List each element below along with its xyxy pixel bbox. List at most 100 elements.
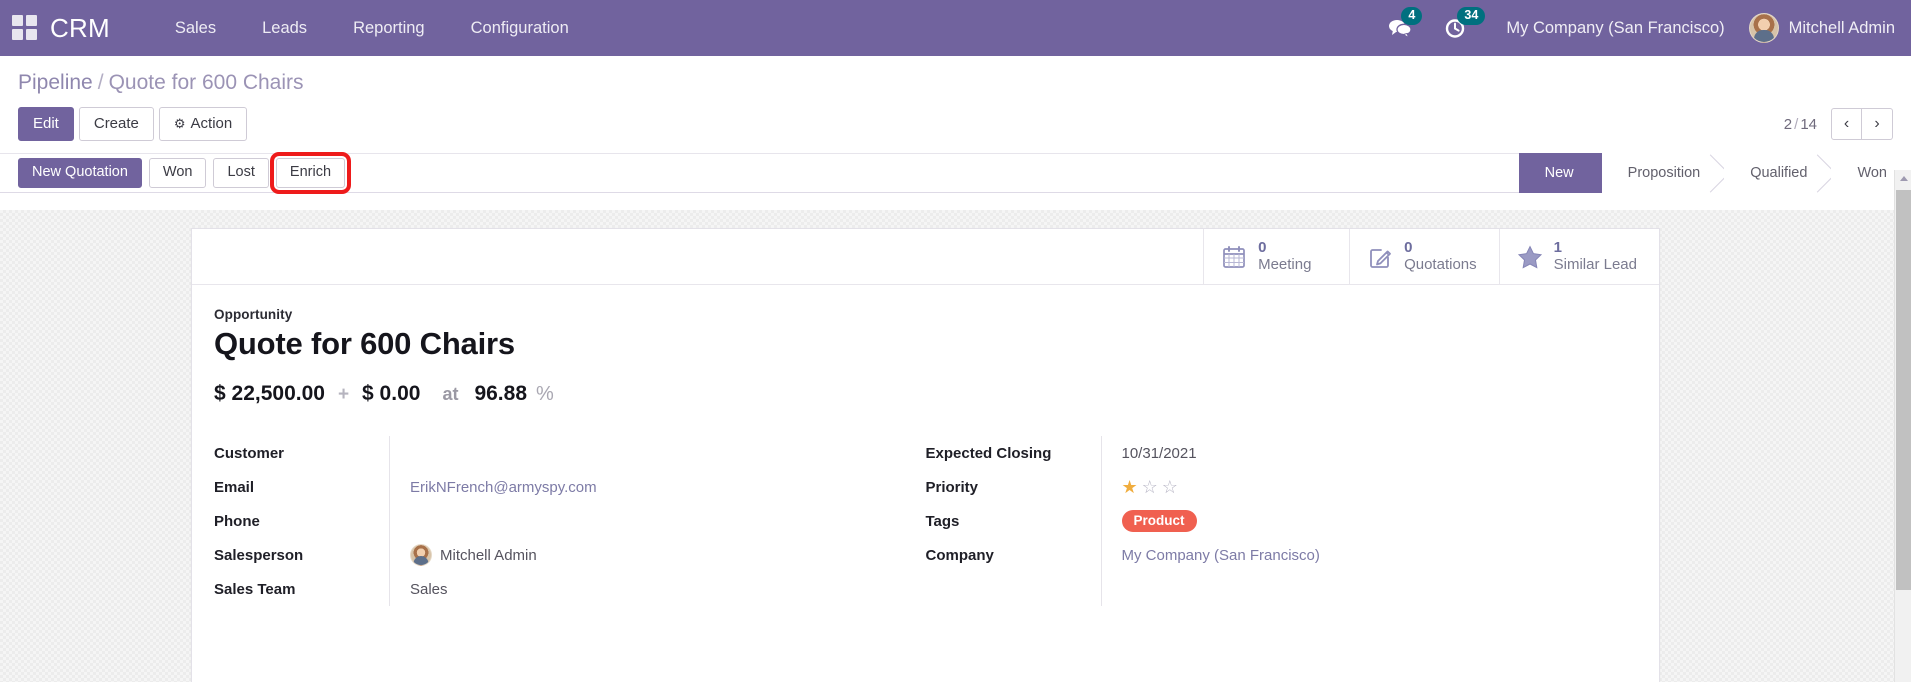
field-label-spacer [926, 575, 1101, 604]
nav-menu-configuration[interactable]: Configuration [448, 0, 592, 56]
field-value-phone[interactable] [389, 504, 896, 538]
create-button[interactable]: Create [78, 107, 154, 141]
apps-grid-cell [26, 15, 37, 26]
messages-button[interactable]: 4 [1388, 7, 1423, 39]
priority-stars: ★ ☆ ☆ [1122, 478, 1178, 496]
field-label-expected-closing: Expected Closing [925, 444, 1052, 462]
stage-new[interactable]: New [1518, 153, 1602, 193]
chevron-right-icon[interactable]: › [1862, 108, 1893, 140]
nav-menu-sales[interactable]: Sales [152, 0, 239, 56]
stat-button-quotations[interactable]: 0 Quotations [1349, 229, 1499, 284]
revenue-row: $ 22,500.00 + $ 0.00 at 96.88 % [214, 382, 1637, 406]
pager-total: 14 [1800, 115, 1817, 133]
scroll-up-arrow-glyph [1899, 176, 1908, 181]
action-button-label: Action [190, 115, 233, 132]
stage-label: Qualified [1750, 165, 1808, 181]
pager-separator: / [1794, 115, 1799, 133]
apps-grid-cell [12, 29, 23, 40]
nav-menu-reporting[interactable]: Reporting [330, 0, 448, 56]
company-switcher[interactable]: My Company (San Francisco) [1506, 19, 1724, 38]
field-row-sales-team: Sales Team Sales [214, 572, 896, 606]
email-link[interactable]: ErikNFrench@armyspy.com [410, 479, 597, 496]
star-icon-1[interactable]: ★ [1122, 478, 1138, 496]
breadcrumb-pipeline[interactable]: Pipeline [18, 71, 93, 94]
field-value-expected-closing[interactable]: 10/31/2021 [1100, 436, 1608, 470]
breadcrumb-current: Quote for 600 Chairs [108, 71, 304, 94]
edit-button[interactable]: Edit [18, 107, 74, 141]
tag-badge-product[interactable]: Product [1121, 510, 1197, 532]
field-label-sales-team: Sales Team [214, 580, 296, 598]
pager-counter: 2/14 [1784, 116, 1817, 133]
record-type-label: Opportunity [214, 307, 293, 322]
field-label-email: Email [214, 478, 255, 496]
breadcrumb: Pipeline / Quote for 600 Chairs [18, 70, 1893, 96]
field-row-customer: Customer [214, 436, 896, 470]
field-value-sales-team[interactable]: Sales [389, 572, 896, 606]
field-row-salesperson: Salesperson Mitchell Admin [214, 538, 896, 572]
field-label-salesperson: Salesperson [214, 546, 304, 564]
stat-label: Quotations [1404, 255, 1477, 273]
stat-text: 1 Similar Lead [1553, 240, 1637, 273]
gear-icon: ⚙ [173, 116, 186, 131]
star-icon-3[interactable]: ☆ [1162, 478, 1178, 496]
field-label-phone: Phone [214, 512, 260, 530]
recurring-revenue-value[interactable]: $ 0.00 [362, 382, 420, 406]
stage-label: New [1544, 165, 1574, 181]
activities-button[interactable]: 34 [1444, 7, 1486, 39]
lost-button[interactable]: Lost [213, 158, 269, 188]
stat-button-similar-lead[interactable]: 1 Similar Lead [1498, 229, 1659, 284]
stat-value: 0 [1404, 239, 1413, 257]
stat-value: 0 [1258, 239, 1267, 257]
field-value-email[interactable]: ErikNFrench@armyspy.com [389, 470, 896, 504]
app-brand-crm[interactable]: CRM [50, 13, 110, 44]
probability-value[interactable]: 96.88 [474, 382, 527, 406]
stage-qualified[interactable]: Qualified [1724, 153, 1832, 193]
pager-buttons: ‹ › [1831, 108, 1893, 140]
field-value-tags[interactable]: Product [1100, 504, 1608, 538]
field-label-company: Company [925, 546, 994, 564]
stage-chevron [1814, 153, 1832, 193]
field-value-priority[interactable]: ★ ☆ ☆ [1100, 470, 1608, 504]
scroll-up-arrow-icon[interactable] [1895, 170, 1911, 187]
stage-label: Proposition [1627, 165, 1701, 181]
stage-pipeline: New Proposition Qualified Won [1518, 153, 1911, 193]
enrich-button[interactable]: Enrich [269, 152, 352, 194]
field-value-company[interactable]: My Company (San Francisco) [1100, 538, 1608, 572]
page-title[interactable]: Quote for 600 Chairs [214, 324, 1637, 364]
user-menu[interactable]: Mitchell Admin [1748, 13, 1895, 43]
record-sheet: 0 Meeting 0 Quotations 1 Similar Lead Op… [191, 228, 1660, 682]
field-value-customer[interactable] [389, 436, 896, 470]
percent-sign: % [536, 383, 554, 405]
star-icon-2[interactable]: ☆ [1142, 478, 1158, 496]
sheet-body: Opportunity Quote for 600 Chairs $ 22,50… [192, 285, 1659, 616]
apps-grid-cell [26, 29, 37, 40]
salesperson-name: Mitchell Admin [440, 546, 537, 564]
field-label-priority: Priority [925, 478, 979, 496]
pager-current: 2 [1783, 115, 1793, 133]
won-button[interactable]: Won [148, 158, 207, 188]
status-action-bar: New Quotation Won Lost Enrich New Propos… [0, 152, 1911, 194]
field-row-phone: Phone [214, 504, 896, 538]
nav-menu-leads[interactable]: Leads [239, 0, 330, 56]
expected-revenue-value[interactable]: $ 22,500.00 [214, 382, 325, 406]
field-row-priority: Priority ★ ☆ ☆ [926, 470, 1608, 504]
activities-count-badge: 34 [1457, 7, 1486, 25]
field-column-left: Customer Email ErikNFrench@armyspy.com P… [214, 436, 926, 606]
user-name-label: Mitchell Admin [1788, 18, 1895, 37]
apps-grid-icon[interactable] [10, 15, 37, 41]
messages-count-badge: 4 [1401, 7, 1423, 25]
action-button[interactable]: ⚙ Action [158, 107, 248, 141]
stat-button-meeting[interactable]: 0 Meeting [1203, 229, 1349, 284]
calendar-icon [1221, 244, 1247, 270]
stat-label: Similar Lead [1553, 255, 1637, 273]
new-quotation-button[interactable]: New Quotation [18, 158, 142, 188]
form-content-area: 0 Meeting 0 Quotations 1 Similar Lead Op… [0, 210, 1911, 682]
chevron-left-icon[interactable]: ‹ [1831, 108, 1862, 140]
company-link[interactable]: My Company (San Francisco) [1122, 547, 1320, 564]
apps-grid-cell [12, 15, 23, 26]
stat-text: 0 Quotations [1404, 239, 1477, 273]
vertical-scrollbar[interactable] [1894, 170, 1911, 682]
field-value-salesperson[interactable]: Mitchell Admin [389, 538, 896, 572]
at-word: at [442, 384, 459, 404]
scroll-thumb[interactable] [1896, 190, 1911, 590]
